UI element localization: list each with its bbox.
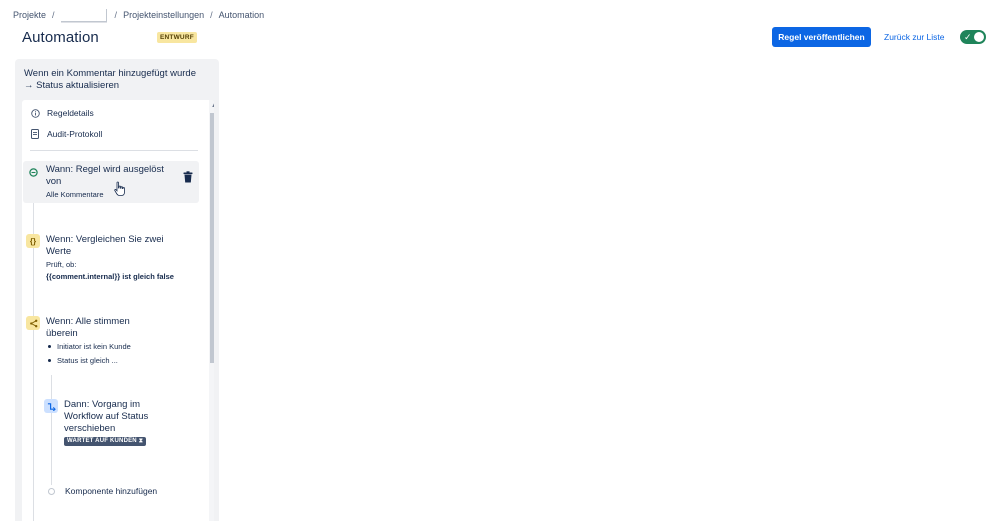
add-circle-icon: [48, 487, 55, 495]
breadcrumb-project-settings[interactable]: Projekteinstellungen: [123, 10, 204, 20]
draft-badge: ENTWURF: [157, 32, 197, 43]
add-component-button[interactable]: Komponente hinzufügen: [48, 486, 157, 496]
publish-rule-button[interactable]: Regel veröffentlichen: [772, 27, 871, 47]
condition-bullet-text: Status ist gleich ...: [57, 356, 118, 365]
transition-icon: [44, 399, 58, 413]
condition-bullet-text: Initiator ist kein Kunde: [57, 342, 131, 351]
audit-log-label: Audit-Protokoll: [47, 129, 103, 139]
add-component-label: Komponente hinzufügen: [65, 486, 158, 496]
rule-panel: Wenn ein Kommentar hinzugefügt wurde → S…: [15, 59, 219, 521]
rule-details-label: Regeldetails: [47, 108, 94, 118]
trigger-step-title: Wann: Regel wird ausgelöst von: [46, 164, 164, 187]
branch-icon: [26, 316, 40, 330]
transition-step-title: Dann: Vorgang im Workflow auf Status ver…: [64, 399, 149, 434]
condition-bullet: Status ist gleich ...: [48, 356, 118, 365]
compare-condition-step[interactable]: {} Wenn: Vergleichen Sie zwei Werte Prüf…: [23, 231, 199, 287]
breadcrumb-separator: /: [52, 10, 55, 20]
trash-icon[interactable]: [183, 170, 193, 183]
breadcrumb-project-name[interactable]: [60, 8, 107, 22]
trigger-step-subtitle: Alle Kommentare: [46, 190, 104, 199]
transition-action-step[interactable]: Dann: Vorgang im Workflow auf Status ver…: [41, 396, 199, 456]
scroll-up-arrow-icon[interactable]: ▲: [211, 103, 214, 109]
check-icon: ✓: [964, 32, 972, 42]
rule-title: Wenn ein Kommentar hinzugefügt wurde → S…: [24, 68, 196, 91]
status-lozenge: WARTET AUF KUNDEN ⧗: [64, 437, 147, 446]
info-icon: [30, 108, 40, 118]
compare-step-subtitle: Prüft, ob:: [46, 260, 77, 269]
rule-enabled-toggle[interactable]: ✓: [960, 30, 986, 44]
breadcrumb-projects[interactable]: Projekte: [13, 10, 46, 20]
all-match-step-title: Wenn: Alle stimmen überein: [46, 316, 130, 339]
rule-details-link[interactable]: Regeldetails: [30, 108, 94, 118]
hand-cursor-icon: [114, 181, 126, 197]
comment-trigger-icon: [26, 165, 40, 179]
all-match-condition-step[interactable]: Wenn: Alle stimmen überein Initiator ist…: [23, 313, 199, 383]
page-title: Automation: [22, 29, 99, 46]
rule-steps-list: Regeldetails Audit-Protokoll Wann: Regel…: [22, 100, 214, 521]
toggle-knob: [974, 32, 984, 42]
trigger-step[interactable]: Wann: Regel wird ausgelöst von Alle Komm…: [23, 161, 199, 203]
condition-bullet: Initiator ist kein Kunde: [48, 342, 131, 351]
back-to-list-link[interactable]: Zurück zur Liste: [884, 32, 944, 42]
audit-log-link[interactable]: Audit-Protokoll: [30, 129, 102, 139]
compare-step-title: Wenn: Vergleichen Sie zwei Werte: [46, 234, 164, 257]
breadcrumb-automation[interactable]: Automation: [219, 10, 265, 20]
breadcrumb: Projekte / / Projekteinstellungen / Auto…: [13, 8, 265, 22]
compare-step-expression: {{comment.internal}} ist gleich false: [46, 272, 174, 281]
scrollbar-thumb[interactable]: [210, 113, 214, 363]
divider: [30, 150, 198, 151]
braces-icon: {}: [26, 234, 40, 248]
document-icon: [30, 129, 40, 139]
breadcrumb-separator: /: [114, 10, 118, 20]
breadcrumb-separator: /: [210, 10, 213, 20]
